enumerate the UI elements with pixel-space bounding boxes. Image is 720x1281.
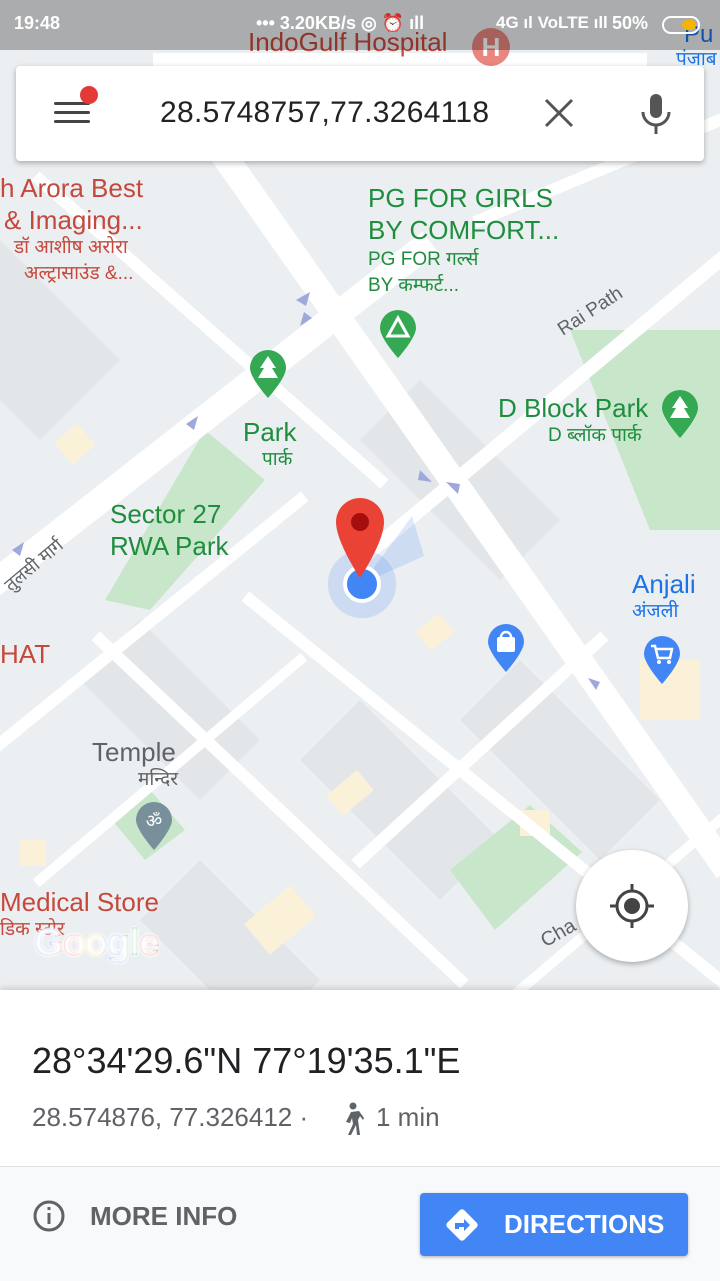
walking-icon xyxy=(346,1102,364,1135)
map-label-pg-line1[interactable]: PG FOR GIRLS xyxy=(368,184,553,213)
map-label-pg-hindi2: BY कम्फर्ट... xyxy=(368,275,460,296)
park-pin-icon[interactable] xyxy=(248,348,288,400)
map-label-clinic-line1[interactable]: h Arora Best xyxy=(0,174,143,203)
google-logo-text: Google xyxy=(34,922,160,964)
network-speed-text: 3.20KB/s xyxy=(279,13,356,33)
status-network-speed: ••• 3.20KB/s ◎ ⏰ ıll xyxy=(256,13,425,33)
dropped-pin-icon[interactable] xyxy=(334,496,386,580)
map-label-pg-hindi1: PG FOR गर्ल्स xyxy=(368,249,479,270)
status-time: 19:48 xyxy=(14,13,61,33)
map-label-anjali[interactable]: Anjali xyxy=(632,570,696,599)
map-label-clinic-line2[interactable]: & Imaging... xyxy=(4,206,143,235)
google-logo: Google xyxy=(34,922,160,965)
map-label-park[interactable]: Park xyxy=(243,418,296,447)
search-bar[interactable]: 28.5748757,77.3264118 xyxy=(16,66,704,161)
map-label-medical-store[interactable]: Medical Store xyxy=(0,888,159,917)
status-battery: 50% xyxy=(612,13,649,33)
status-bar: 19:48 ••• 3.20KB/s ◎ ⏰ ıll 4G ıl VoLTE ı… xyxy=(0,0,720,50)
more-info-label: MORE INFO xyxy=(90,1200,238,1231)
map-label-anjali-hindi: अंजली xyxy=(632,601,679,622)
map-label-temple-hindi: मन्दिर xyxy=(138,769,179,790)
map-label-sector27-line2[interactable]: RWA Park xyxy=(110,532,228,561)
svg-text:ॐ: ॐ xyxy=(146,811,162,832)
temple-pin-icon[interactable]: ॐ xyxy=(134,800,174,852)
crosshair-icon xyxy=(610,884,654,928)
close-icon[interactable] xyxy=(542,96,576,130)
map-label-sector27-line1[interactable]: Sector 27 xyxy=(110,500,221,529)
directions-button[interactable]: DIRECTIONS xyxy=(420,1193,688,1256)
map-label-hat[interactable]: HAT xyxy=(0,640,50,669)
search-input[interactable]: 28.5748757,77.3264118 xyxy=(160,96,489,130)
battery-icon xyxy=(662,16,700,34)
map-label-clinic-hindi1: डॉ आशीष अरोरा xyxy=(14,237,128,258)
shopping-cart-pin-icon[interactable] xyxy=(642,634,682,686)
map-label-d-block-park-hindi: D ब्लॉक पार्क xyxy=(548,425,642,446)
map-label-clinic-hindi2: अल्ट्रासाउंड &... xyxy=(24,263,134,284)
walking-time: 1 min xyxy=(376,1102,440,1132)
map-label-pg-line2[interactable]: BY COMFORT... xyxy=(368,216,559,245)
more-info-button[interactable]: MORE INFO xyxy=(32,1191,237,1241)
map-label-temple[interactable]: Temple xyxy=(92,738,176,767)
shopping-bag-pin-icon[interactable] xyxy=(486,622,526,674)
my-location-button[interactable] xyxy=(576,850,688,962)
status-network-type: 4G ıl VoLTE ıll xyxy=(496,13,608,32)
info-icon xyxy=(33,1200,65,1232)
network-type-text: 4G xyxy=(496,13,519,32)
place-sheet[interactable]: 28°34'29.6"N 77°19'35.1"E 28.574876, 77.… xyxy=(0,990,720,1281)
directions-label: DIRECTIONS xyxy=(504,1209,665,1239)
map-label-d-block-park[interactable]: D Block Park xyxy=(498,394,648,423)
directions-icon xyxy=(446,1208,478,1241)
action-bar: MORE INFO DIRECTIONS xyxy=(0,1166,720,1281)
map-label-park-hindi: पार्क xyxy=(262,449,293,470)
park-pin-icon[interactable] xyxy=(660,388,700,440)
coordinates-decimal: 28.574876, 77.326412 · xyxy=(32,1102,309,1132)
microphone-icon[interactable] xyxy=(636,92,676,136)
campground-pin-icon[interactable] xyxy=(378,308,418,360)
coordinates-dms: 28°34'29.6"N 77°19'35.1"E xyxy=(32,1040,461,1081)
notification-dot-icon xyxy=(80,86,98,104)
